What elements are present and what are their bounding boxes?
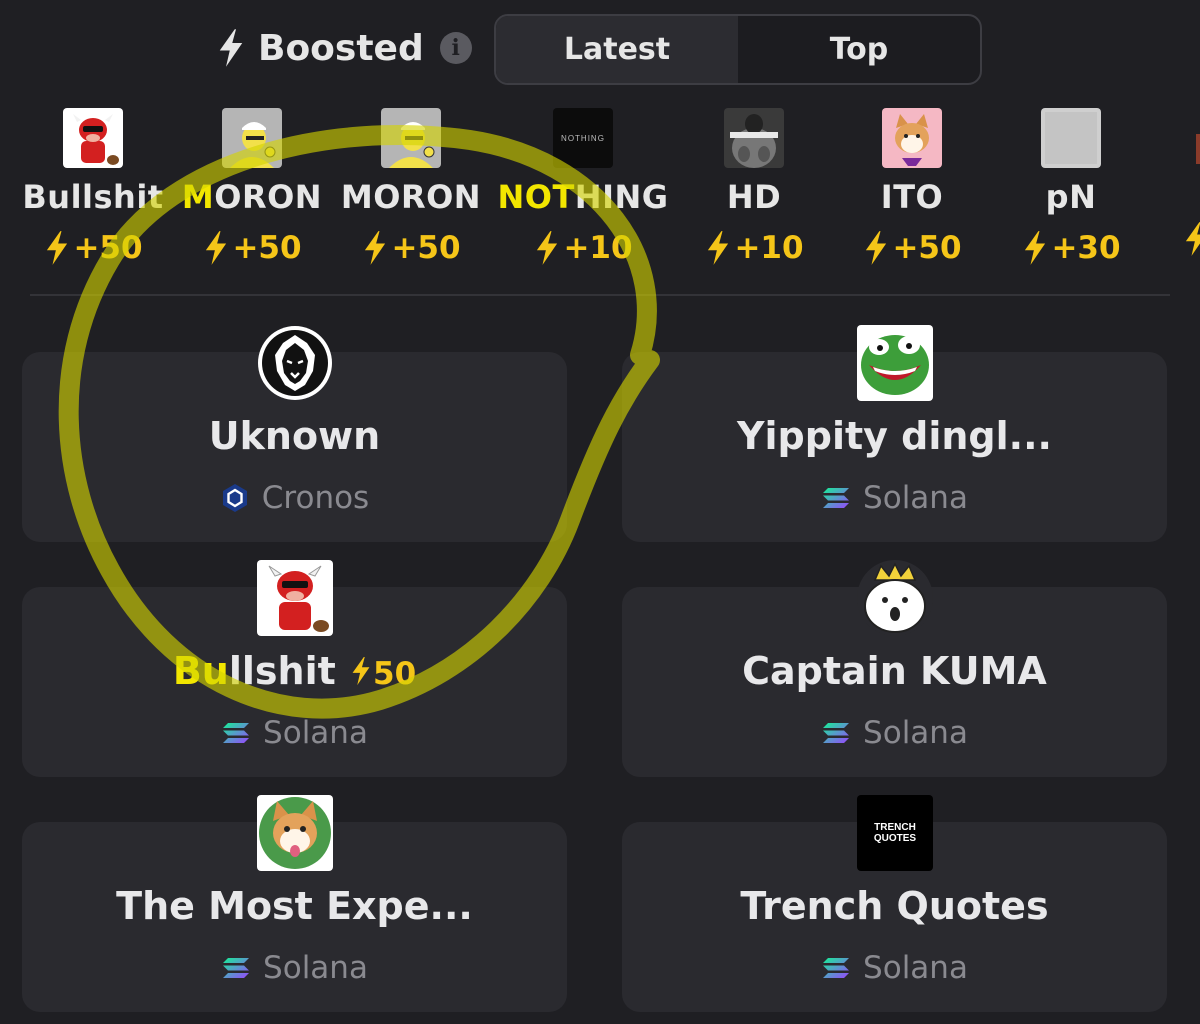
- token-boost: 50: [349, 656, 416, 692]
- token-chain: Solana: [22, 715, 567, 751]
- partial-boosted-item: [1182, 213, 1200, 273]
- lightning-icon: [537, 231, 558, 265]
- solana-icon: [823, 488, 850, 508]
- hits-different-avatar-icon: [724, 108, 784, 168]
- cronos-icon: [222, 484, 247, 512]
- boosted-item-name: HD: [726, 178, 782, 216]
- boost-amount: +50: [361, 230, 461, 266]
- boosted-item[interactable]: MORON +50: [167, 108, 337, 266]
- lightning-icon: [866, 231, 887, 265]
- lightning-icon: [708, 231, 729, 265]
- token-name: Yippity dingl...: [737, 414, 1052, 458]
- boosted-item[interactable]: pN +30: [986, 108, 1156, 266]
- boost-amount: +50: [202, 230, 302, 266]
- token-chain: Solana: [622, 480, 1167, 516]
- boosted-title: Boosted: [258, 27, 424, 69]
- token-chain: Solana: [622, 715, 1167, 751]
- cartoon-man-avatar-icon: [222, 108, 282, 168]
- boosted-item-name: MORON: [340, 178, 482, 216]
- lightning-icon: [47, 231, 68, 265]
- trench-quotes-logo-icon: TRENCH QUOTES: [857, 795, 933, 871]
- solana-icon: [823, 958, 850, 978]
- solana-icon: [223, 958, 250, 978]
- red-bull-avatar-icon: [257, 560, 333, 636]
- token-name: Trench Quotes: [740, 884, 1049, 928]
- token-chain: Solana: [622, 950, 1167, 986]
- token-name: Captain KUMA: [742, 649, 1047, 693]
- shiba-avatar-icon: [882, 108, 942, 168]
- boost-amount: +50: [862, 230, 962, 266]
- sort-tabs: Latest Top: [494, 14, 982, 85]
- svg-text:QUOTES: QUOTES: [874, 833, 917, 844]
- boost-amount: +50: [43, 230, 143, 266]
- kuma-avatar-icon: [857, 560, 933, 636]
- boosted-item-name: Bullshit: [22, 178, 164, 216]
- gray-avatar-icon: [1041, 108, 1101, 168]
- info-icon[interactable]: i: [439, 32, 472, 64]
- boosted-item[interactable]: Bullshit +50: [8, 108, 178, 266]
- token-name: Bullshit 50: [172, 649, 417, 693]
- boost-amount: +30: [1021, 230, 1121, 266]
- nothing-logo-icon: NOTHING: [553, 108, 613, 168]
- boosted-item-name: MORON: [181, 178, 323, 216]
- boosted-item[interactable]: HD +10: [669, 108, 839, 266]
- boosted-page: Boosted i Latest Top Bullshit +50 MORON …: [0, 0, 1200, 1024]
- partial-thumb: [1196, 134, 1200, 164]
- svg-text:TRENCH: TRENCH: [874, 822, 916, 833]
- boosted-item-name: ITO: [880, 178, 944, 216]
- lightning-icon: [365, 231, 386, 265]
- tab-latest[interactable]: Latest: [496, 16, 738, 83]
- boosted-item[interactable]: MORON +50: [326, 108, 496, 266]
- header: Boosted i Latest Top: [0, 0, 1200, 96]
- solana-icon: [223, 723, 250, 743]
- lightning-icon: [1025, 231, 1046, 265]
- token-chain: Cronos: [22, 480, 567, 516]
- boosted-item[interactable]: ITO +50: [827, 108, 997, 266]
- token-chain: Solana: [22, 950, 567, 986]
- boosted-item[interactable]: NOTHING NOTHING +10: [497, 108, 669, 266]
- boosted-strip[interactable]: Bullshit +50 MORON +50 MORON +50 NOTHING…: [0, 96, 1200, 292]
- boost-amount: +10: [704, 230, 804, 266]
- lightning-icon: [219, 29, 243, 67]
- tab-top[interactable]: Top: [738, 16, 980, 83]
- lion-avatar-icon: [257, 325, 333, 401]
- boosted-heading: Boosted i: [214, 20, 472, 76]
- svg-text:NOTHING: NOTHING: [561, 134, 605, 143]
- cartoon-man-avatar-icon: [381, 108, 441, 168]
- lightning-icon: [206, 231, 227, 265]
- red-bull-avatar-icon: [63, 108, 123, 168]
- lightning-icon: [1185, 222, 1200, 256]
- token-name: The Most Expe...: [116, 884, 473, 928]
- boosted-item-name: NOTHING: [497, 178, 669, 216]
- lightning-icon: [352, 656, 370, 686]
- boost-amount: +10: [533, 230, 633, 266]
- pepe-avatar-icon: [857, 325, 933, 401]
- boosted-item-name: pN: [1045, 178, 1097, 216]
- shiba-avatar-icon: [257, 795, 333, 871]
- divider: [30, 294, 1170, 296]
- token-name: Uknown: [208, 414, 381, 458]
- solana-icon: [823, 723, 850, 743]
